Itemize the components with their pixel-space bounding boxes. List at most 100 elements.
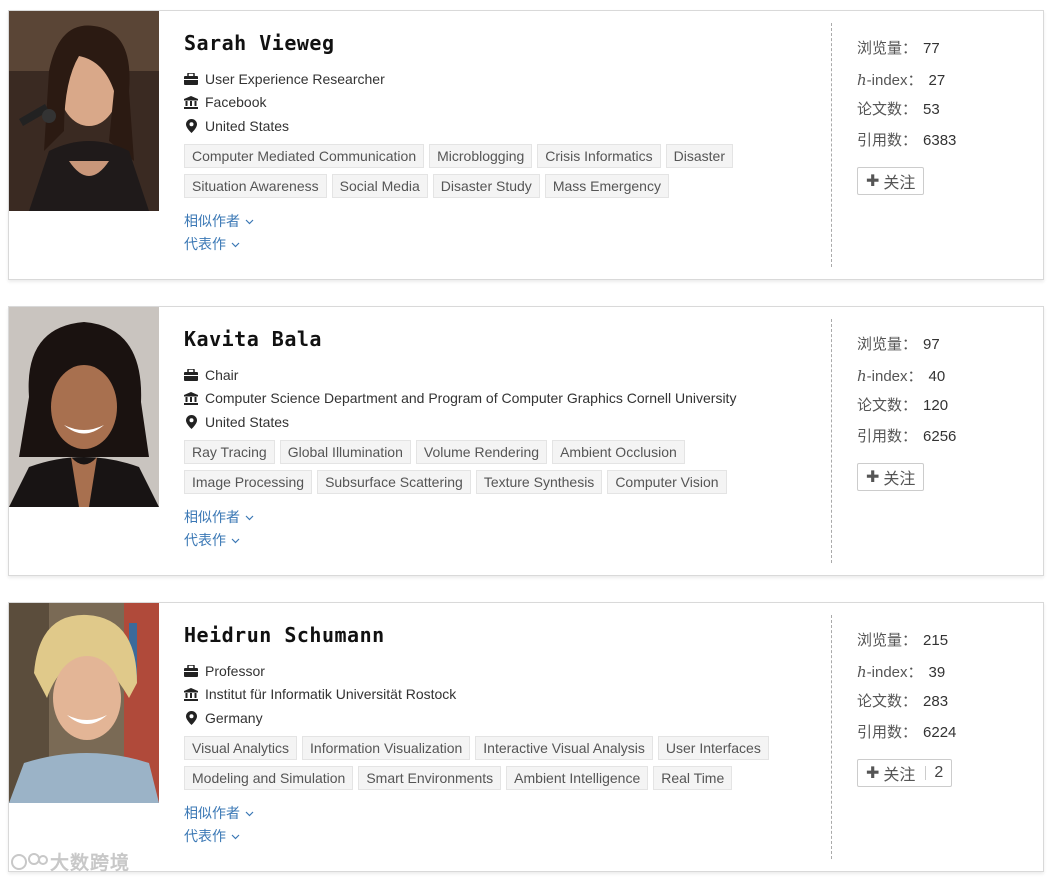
author-name[interactable]: Heidrun Schumann [184,623,824,647]
follow-label: 关注 [883,767,916,784]
tag[interactable]: Microblogging [429,143,533,168]
chevron-down-icon [245,811,254,816]
tag-list: Ray Tracing Global Illumination Volume Ren… [184,439,824,500]
author-stats: 浏览量： 77 h-index： 27 论文数： 53 引用数： 6383 ✚ 关注 [857,39,1027,195]
location-line: Germany [184,706,824,730]
institution-icon [184,391,198,405]
citations-stat: 引用数： 6224 [857,723,957,741]
watermark-logo-icon [11,852,48,870]
views-value: 77 [923,40,940,57]
tag[interactable]: Global Illumination [279,439,411,464]
author-photo[interactable] [9,307,159,507]
papers-stat: 论文数： 120 [857,397,949,414]
representative-works-toggle[interactable]: 代表作 [184,233,824,256]
follow-label: 关注 [883,175,916,192]
briefcase-icon [184,368,198,382]
institution-icon [184,95,198,109]
follow-button[interactable]: ✚ 关注 2 [857,759,953,787]
tag[interactable]: Disaster Study [432,173,540,198]
briefcase-icon [184,664,198,678]
tag[interactable]: Computer Vision [607,469,727,494]
follow-button[interactable]: ✚ 关注 [857,167,925,195]
follow-button[interactable]: ✚ 关注 [857,463,925,491]
author-name[interactable]: Kavita Bala [184,327,824,351]
location-line: United States [184,114,824,138]
expand-links: 相似作者 代表作 [184,506,824,552]
tag[interactable]: Visual Analytics [184,735,298,760]
author-location: Germany [205,709,263,726]
representative-works-toggle[interactable]: 代表作 [184,529,824,552]
author-location: United States [205,413,290,430]
author-info: Heidrun Schumann Professor Institut für … [184,623,824,848]
chevron-down-icon [245,515,254,520]
position-line: User Experience Researcher [184,67,824,91]
author-affiliation: Institut für Informatik Universität Rost… [205,686,457,703]
author-stats: 浏览量： 97 h-index： 40 论文数： 120 引用数： 6256 ✚ 关注 [857,335,1027,491]
expand-links: 相似作者 代表作 [184,802,824,848]
map-pin-icon [184,118,198,133]
citations-value: 6256 [923,427,957,445]
plus-icon: ✚ [866,469,880,486]
author-affiliation: Facebook [205,94,267,111]
author-name[interactable]: Sarah Vieweg [184,31,824,55]
similar-authors-label: 相似作者 [184,804,240,821]
affiliation-line: Facebook [184,91,824,115]
tag[interactable]: Modeling and Simulation [184,765,354,790]
tag[interactable]: Texture Synthesis [475,469,603,494]
tag[interactable]: Disaster [665,143,733,168]
tag[interactable]: Interactive Visual Analysis [475,735,653,760]
tag[interactable]: Subsurface Scattering [317,469,471,494]
tag[interactable]: Crisis Informatics [537,143,661,168]
author-affiliation: Computer Science Department and Program … [205,390,737,407]
plus-icon: ✚ [866,173,880,190]
tag[interactable]: Social Media [331,173,428,198]
representative-works-label: 代表作 [184,827,226,844]
views-value: 97 [923,336,940,353]
author-card: Kavita Bala Chair Computer Science Depar… [8,306,1044,576]
representative-works-toggle[interactable]: 代表作 [184,825,824,848]
similar-authors-label: 相似作者 [184,508,240,525]
follow-separator [925,766,927,780]
hindex-stat: h-index： 40 [857,366,946,385]
author-info: Kavita Bala Chair Computer Science Depar… [184,327,824,552]
citations-stat: 引用数： 6256 [857,427,957,445]
plus-icon: ✚ [866,765,880,782]
similar-authors-toggle[interactable]: 相似作者 [184,210,824,233]
tag[interactable]: Mass Emergency [544,173,669,198]
tag[interactable]: Smart Environments [358,765,502,790]
tag[interactable]: Information Visualization [302,735,471,760]
author-position: User Experience Researcher [205,70,385,87]
divider [831,23,832,267]
tag[interactable]: Image Processing [184,469,313,494]
similar-authors-toggle[interactable]: 相似作者 [184,506,824,529]
tag[interactable]: Computer Mediated Communication [184,143,425,168]
citations-value: 6383 [923,131,957,149]
position-line: Professor [184,659,824,683]
tag[interactable]: Ambient Occlusion [552,439,685,464]
briefcase-icon [184,72,198,86]
similar-authors-label: 相似作者 [184,212,240,229]
tag[interactable]: Ray Tracing [184,439,275,464]
tag[interactable]: Volume Rendering [415,439,548,464]
papers-value: 53 [923,101,940,118]
position-line: Chair [184,363,824,387]
papers-stat: 论文数： 53 [857,101,940,118]
views-stat: 浏览量： 77 [857,40,940,57]
representative-works-label: 代表作 [184,531,226,548]
tag[interactable]: User Interfaces [657,735,769,760]
author-photo[interactable] [9,603,159,803]
tag[interactable]: Real Time [653,765,733,790]
hindex-value: 39 [928,663,946,681]
similar-authors-toggle[interactable]: 相似作者 [184,802,824,825]
author-photo[interactable] [9,11,159,211]
author-info: Sarah Vieweg User Experience Researcher … [184,31,824,256]
papers-stat: 论文数： 283 [857,693,949,710]
chevron-down-icon [231,242,240,247]
tag[interactable]: Ambient Intelligence [506,765,649,790]
tag[interactable]: Situation Awareness [184,173,327,198]
author-position: Chair [205,366,239,383]
map-pin-icon [184,710,198,725]
watermark-text: 大数跨境 [50,853,131,874]
divider [831,615,832,859]
papers-value: 283 [923,693,949,710]
